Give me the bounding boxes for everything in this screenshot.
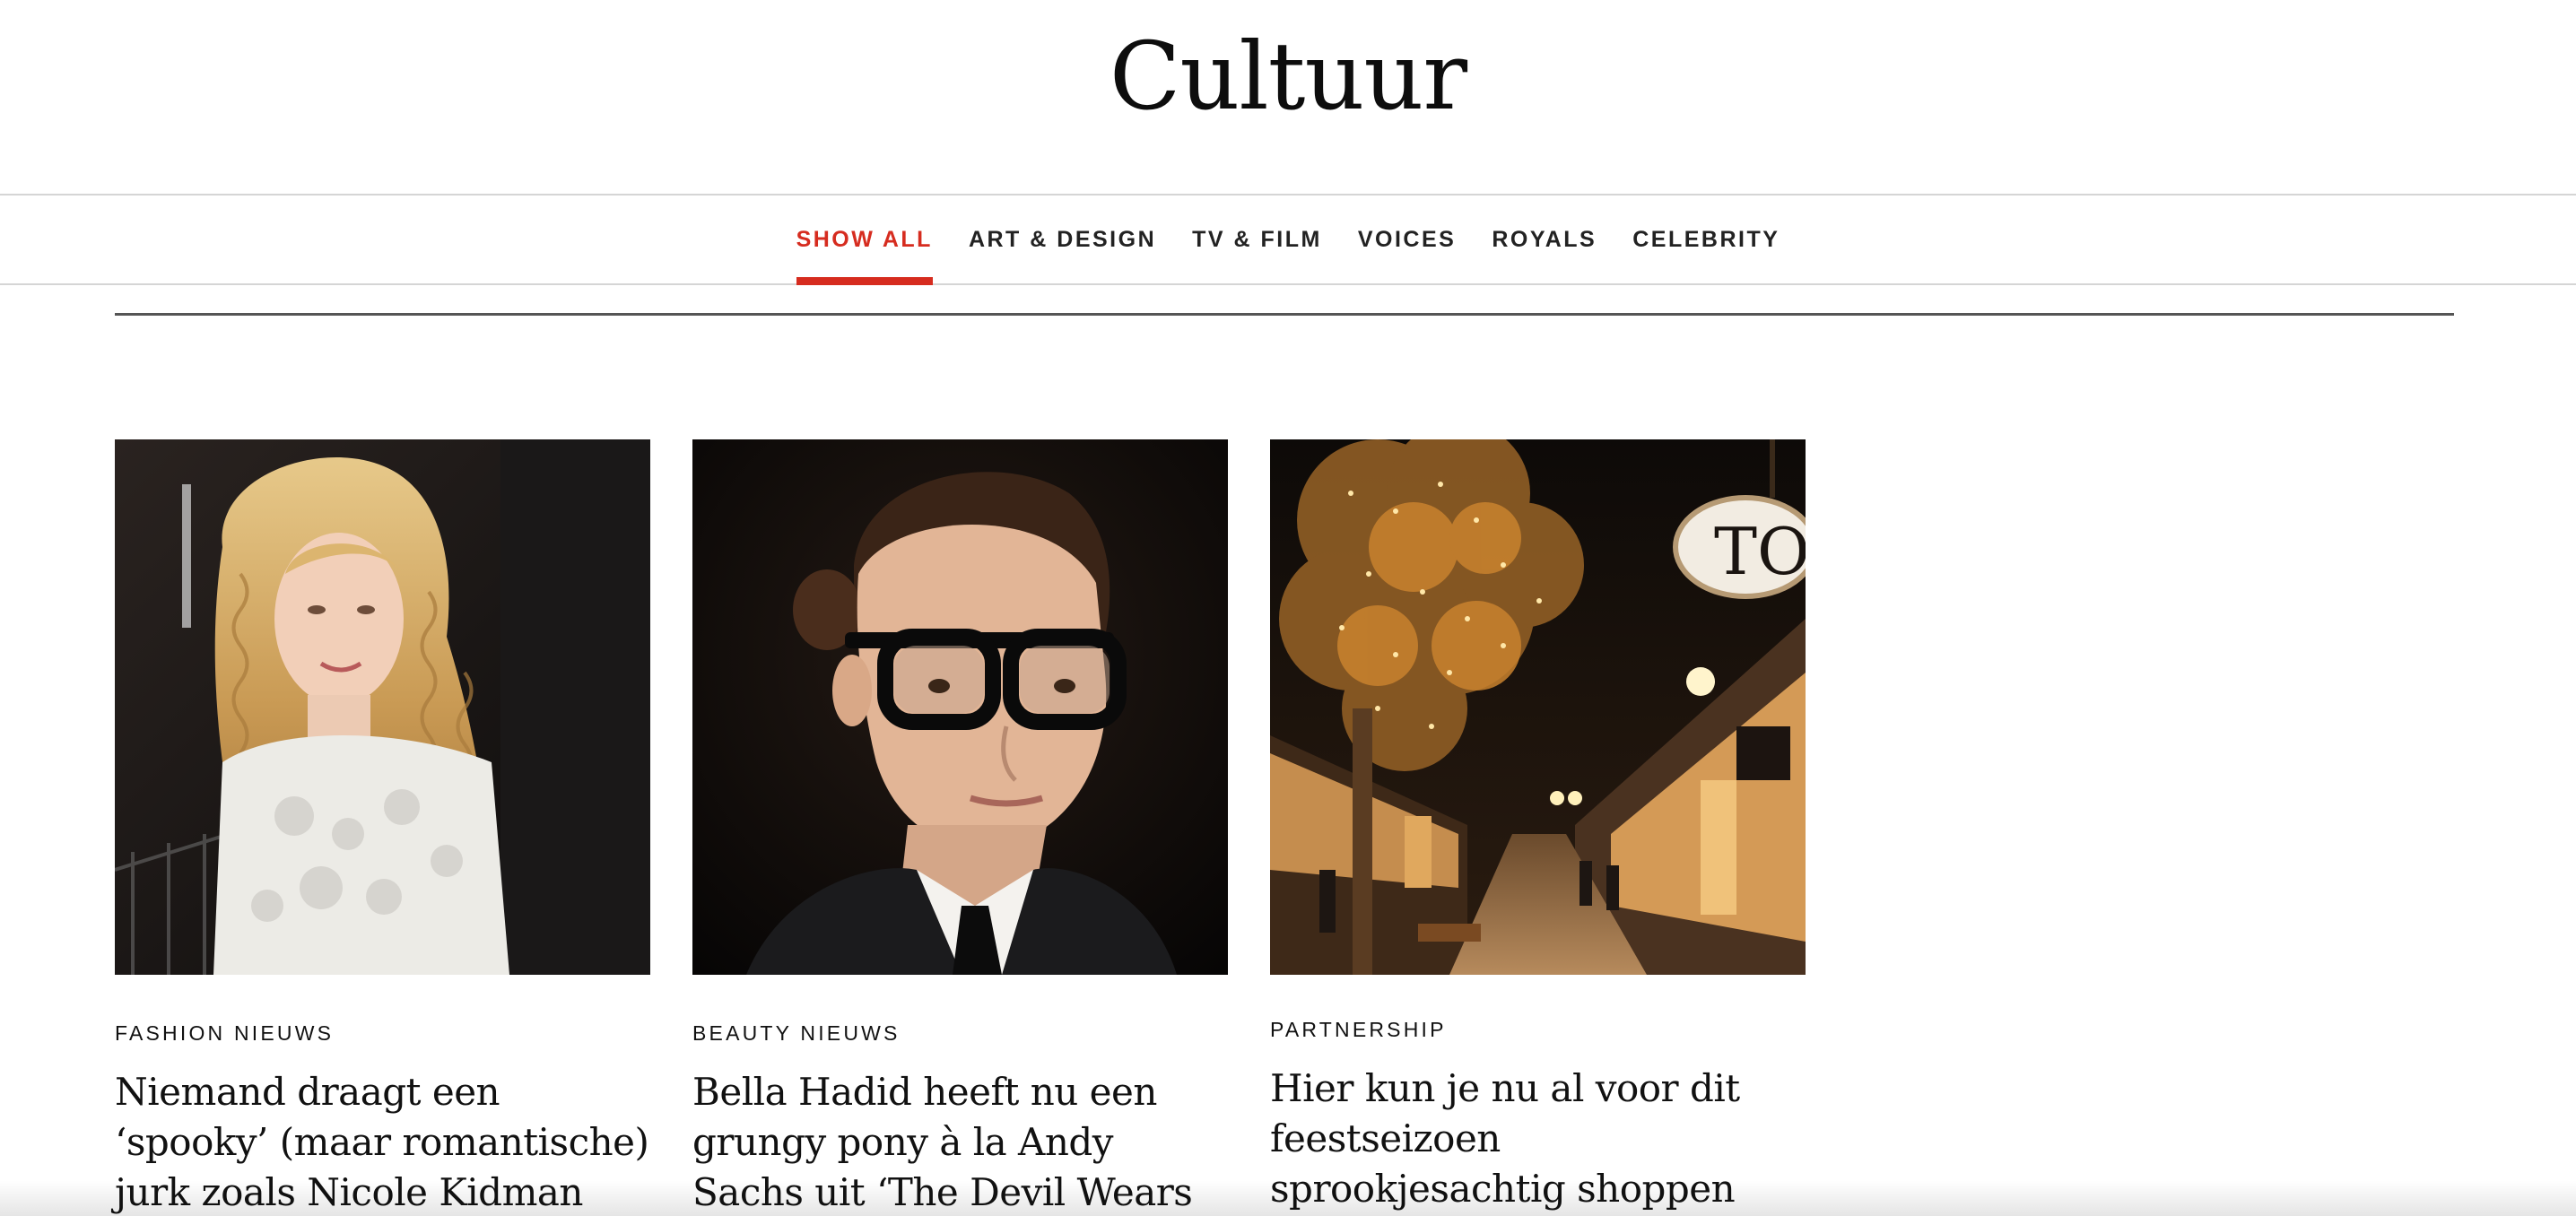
article-card[interactable]: TO PARTNERSHIP Hier kun je nu al voor di… xyxy=(1270,439,1806,1214)
tab-art-design[interactable]: ART & DESIGN xyxy=(969,195,1156,283)
article-category[interactable]: FASHION NIEUWS xyxy=(115,1021,650,1046)
page-title: Cultuur xyxy=(1109,22,1467,131)
article-headline[interactable]: Bella Hadid heeft nu een grungy pony à l… xyxy=(692,1067,1228,1216)
tab-royals[interactable]: ROYALS xyxy=(1492,195,1597,283)
article-image-bella-hadid[interactable] xyxy=(692,439,1228,975)
article-card[interactable]: FASHION NIEUWS Niemand draagt een ‘spook… xyxy=(115,439,650,1216)
article-card[interactable]: BEAUTY NIEUWS Bella Hadid heeft nu een g… xyxy=(692,439,1228,1216)
article-image-shopping-village[interactable]: TO xyxy=(1270,439,1806,975)
article-headline[interactable]: Hier kun je nu al voor dit feestseizoen … xyxy=(1270,1064,1806,1214)
section-divider xyxy=(115,313,2454,316)
tab-tv-film[interactable]: TV & FILM xyxy=(1192,195,1322,283)
category-nav: SHOW ALL ART & DESIGN TV & FILM VOICES R… xyxy=(0,194,2576,285)
article-category[interactable]: BEAUTY NIEUWS xyxy=(692,1021,1228,1046)
svg-text:TO: TO xyxy=(1714,514,1806,589)
tab-voices[interactable]: VOICES xyxy=(1358,195,1456,283)
article-headline[interactable]: Niemand draagt een ‘spooky’ (maar romant… xyxy=(115,1067,650,1216)
category-tabs: SHOW ALL ART & DESIGN TV & FILM VOICES R… xyxy=(0,195,2576,285)
article-image-nicole-kidman[interactable] xyxy=(115,439,650,975)
tab-show-all[interactable]: SHOW ALL xyxy=(796,195,934,285)
article-category[interactable]: PARTNERSHIP xyxy=(1270,1018,1806,1042)
tab-celebrity[interactable]: CELEBRITY xyxy=(1632,195,1780,283)
